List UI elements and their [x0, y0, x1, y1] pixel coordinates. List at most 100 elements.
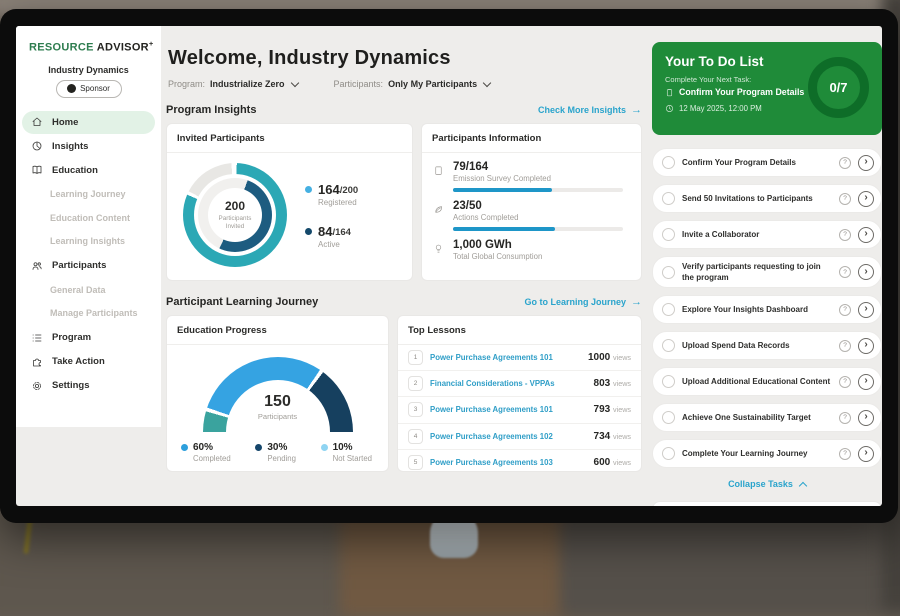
nav-label: Settings [52, 380, 89, 391]
task-complete-learning-journey[interactable]: Complete Your Learning Journey [652, 439, 882, 468]
task-verify-participants[interactable]: Verify participants requesting to join t… [652, 256, 882, 288]
task-achieve-target[interactable]: Achieve One Sustainability Target [652, 403, 882, 432]
lesson-link[interactable]: Power Purchase Agreements 101 [430, 405, 553, 414]
chevron-right-icon[interactable] [858, 446, 874, 462]
views-label: views [613, 458, 631, 467]
sidebar-item-participants[interactable]: Participants [22, 254, 155, 277]
nav-label: Manage Participants [50, 308, 138, 318]
checkbox-icon[interactable] [662, 411, 675, 424]
chevron-right-icon[interactable] [858, 227, 874, 243]
help-icon [839, 193, 851, 205]
chevron-right-icon[interactable] [858, 410, 874, 426]
help-icon [839, 157, 851, 169]
sidebar-item-education[interactable]: Education [22, 159, 155, 182]
participants-label: Participants: [334, 79, 384, 89]
views-count: 803 [594, 378, 611, 389]
sidebar-item-settings[interactable]: Settings [22, 374, 155, 397]
task-confirm-program[interactable]: Confirm Your Program Details [652, 148, 882, 177]
chevron-right-icon[interactable] [858, 264, 874, 280]
top-lessons-card: Top Lessons 1 Power Purchase Agreements … [397, 315, 642, 472]
info-value: 79/164 [453, 161, 623, 173]
views-label: views [613, 379, 631, 388]
nav-label: Take Action [52, 356, 105, 367]
sidebar-item-take-action[interactable]: Take Action [22, 350, 155, 373]
checkbox-icon[interactable] [662, 156, 675, 169]
legend-dot [305, 186, 312, 193]
chevron-right-icon[interactable] [858, 302, 874, 318]
checkbox-icon[interactable] [662, 192, 675, 205]
legend-label: Registered [318, 198, 358, 207]
chevron-right-icon[interactable] [858, 155, 874, 171]
sidebar-item-learning-journey[interactable]: Learning Journey [16, 183, 161, 207]
checkbox-icon[interactable] [662, 228, 675, 241]
info-value: 1,000 GWh [453, 239, 542, 251]
checkbox-icon[interactable] [662, 375, 675, 388]
sidebar-nav: Home Insights Education Learning Journey… [16, 111, 161, 398]
legend-total: /200 [340, 185, 359, 196]
lesson-row[interactable]: 5 Power Purchase Agreements 103 600 view… [398, 450, 641, 475]
wall-left [0, 512, 350, 616]
todo-subtitle: Complete Your Next Task: [665, 75, 751, 84]
sidebar-item-manage-participants[interactable]: Manage Participants [16, 302, 161, 326]
legend-label: Pending [267, 454, 296, 463]
filter-bar: Program: Industrialize Zero Participants… [168, 79, 642, 89]
gauge-center: 150 Participants [203, 393, 353, 421]
lesson-row[interactable]: 3 Power Purchase Agreements 101 793 view… [398, 397, 641, 423]
go-to-learning-journey-link[interactable]: Go to Learning Journey [524, 296, 642, 308]
puzzle-icon [31, 356, 43, 368]
rank-badge: 5 [408, 455, 423, 470]
checkbox-icon[interactable] [662, 266, 675, 279]
help-icon [839, 340, 851, 352]
task-explore-insights[interactable]: Explore Your Insights Dashboard [652, 295, 882, 324]
arrow-right-icon [631, 104, 642, 116]
lesson-link[interactable]: Power Purchase Agreements 103 [430, 458, 553, 467]
checkbox-icon[interactable] [662, 447, 675, 460]
program-select[interactable]: Program: Industrialize Zero [168, 79, 298, 89]
logo-secondary: ADVISOR [97, 42, 149, 54]
lesson-link[interactable]: Financial Considerations - VPPAs [430, 379, 555, 388]
lesson-row[interactable]: 2 Financial Considerations - VPPAs 803 v… [398, 371, 641, 397]
checkbox-icon[interactable] [662, 339, 675, 352]
sidebar-item-education-content[interactable]: Education Content [16, 206, 161, 230]
nav-label: Learning Insights [50, 236, 125, 246]
sidebar-item-insights[interactable]: Insights [22, 135, 155, 158]
legend-pending: 30% Pending [255, 442, 296, 463]
todo-panel: Your To Do List Complete Your Next Task:… [652, 42, 882, 506]
chevron-right-icon[interactable] [858, 191, 874, 207]
dashboard-screen: RESOURCE ADVISOR+ Industry Dynamics Spon… [16, 26, 882, 506]
task-label: Invite a Collaborator [682, 229, 832, 240]
checkbox-icon[interactable] [662, 303, 675, 316]
program-label: Program: [168, 79, 205, 89]
lesson-row[interactable]: 1 Power Purchase Agreements 101 1000 vie… [398, 345, 641, 371]
sidebar-item-home[interactable]: Home [22, 111, 155, 134]
check-more-insights-link[interactable]: Check More Insights [538, 104, 642, 116]
donut-center: 200 Participants Invited [208, 188, 262, 242]
lesson-link[interactable]: Power Purchase Agreements 102 [430, 432, 553, 441]
nav-label: Participants [52, 260, 106, 271]
task-upload-spend-data[interactable]: Upload Spend Data Records [652, 331, 882, 360]
views-label: views [613, 353, 631, 362]
lesson-link[interactable]: Power Purchase Agreements 101 [430, 353, 553, 362]
participants-select[interactable]: Participants: Only My Participants [334, 79, 491, 89]
task-send-invitations[interactable]: Send 50 Invitations to Participants [652, 184, 882, 213]
legend-dot [305, 228, 312, 235]
task-label: Complete Your Learning Journey [682, 448, 832, 459]
sidebar-item-learning-insights[interactable]: Learning Insights [16, 230, 161, 254]
program-value: Industrialize Zero [210, 79, 285, 89]
sidebar-item-program[interactable]: Program [22, 326, 155, 349]
sidebar: RESOURCE ADVISOR+ Industry Dynamics Spon… [16, 26, 161, 427]
views-count: 793 [594, 404, 611, 415]
arrow-right-icon [631, 296, 642, 308]
clipboard-icon [665, 88, 674, 97]
card-title: Participants Information [422, 124, 641, 153]
legend-label: Not Started [333, 454, 372, 463]
lesson-row[interactable]: 4 Power Purchase Agreements 102 734 view… [398, 424, 641, 450]
bulb-icon [433, 239, 444, 261]
chevron-right-icon[interactable] [858, 338, 874, 354]
task-upload-educational-content[interactable]: Upload Additional Educational Content [652, 367, 882, 396]
task-invite-collaborator[interactable]: Invite a Collaborator [652, 220, 882, 249]
sidebar-item-general-data[interactable]: General Data [16, 278, 161, 302]
chevron-right-icon[interactable] [858, 374, 874, 390]
legend-value: 84 [318, 224, 332, 239]
collapse-tasks-link[interactable]: Collapse Tasks [652, 479, 882, 489]
